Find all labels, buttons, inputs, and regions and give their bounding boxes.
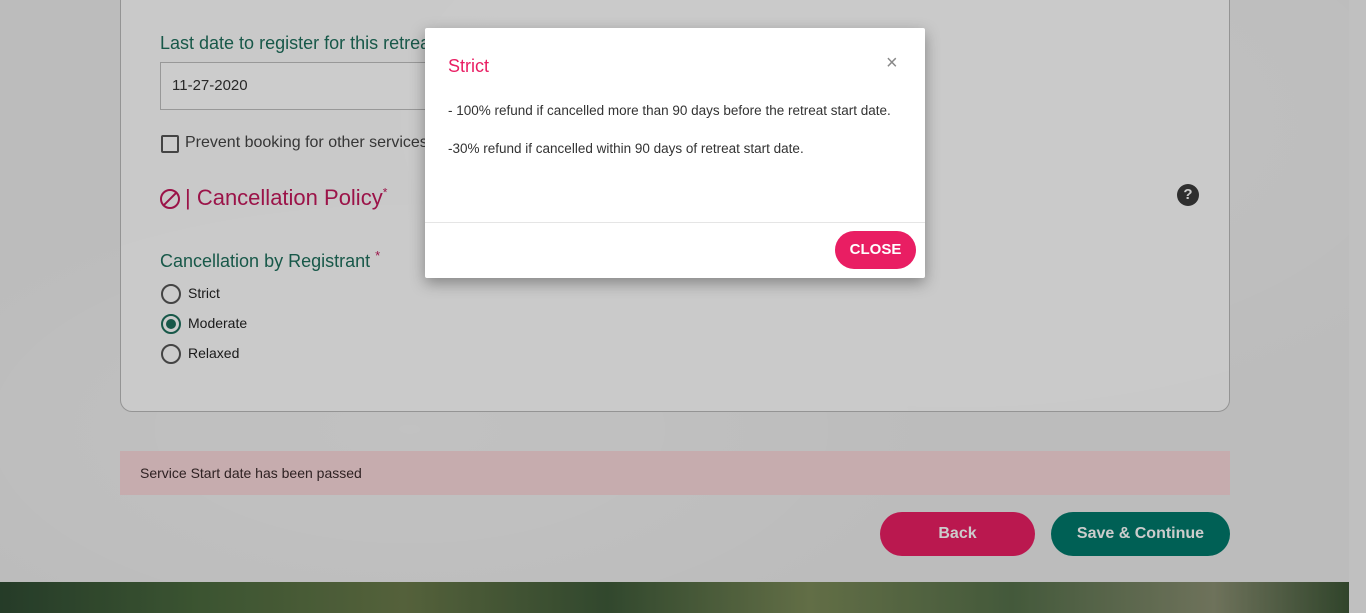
policy-line-2: -30% refund if cancelled within 90 days … (448, 141, 804, 156)
close-icon[interactable]: × (886, 52, 898, 75)
policy-line-1: - 100% refund if cancelled more than 90 … (448, 103, 891, 118)
modal-close-button[interactable]: CLOSE (835, 231, 916, 269)
policy-modal: Strict × - 100% refund if cancelled more… (425, 28, 925, 278)
modal-divider (425, 222, 925, 223)
modal-body: - 100% refund if cancelled more than 90 … (448, 101, 908, 177)
modal-title: Strict (448, 56, 490, 76)
